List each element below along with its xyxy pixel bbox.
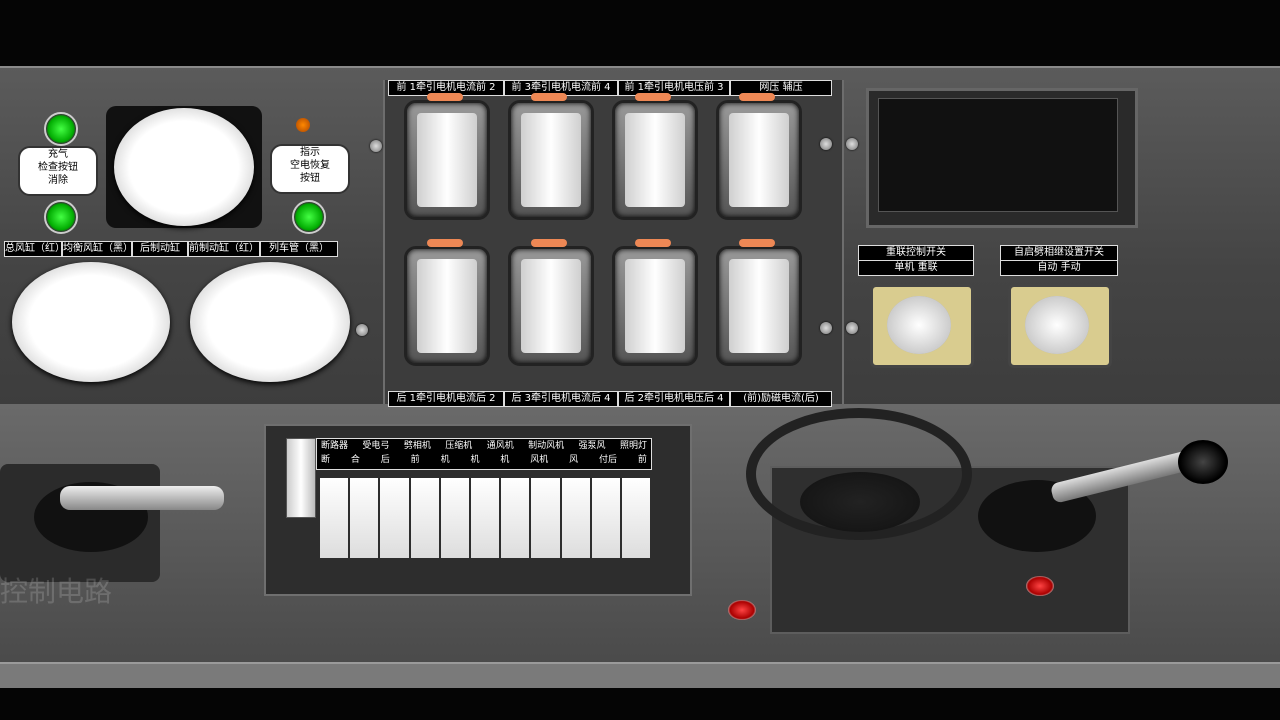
- left-badge-line-3: 消除: [48, 175, 68, 186]
- screw: [846, 138, 858, 150]
- switch-panel-label-bottom: 断 合 后 前 机 机 机 风机 风 付后 前: [317, 453, 651, 467]
- switch-panel-label-block: 断路器 受电弓 劈相机 压缩机 通风机 制动风机 强泵风 照明灯 断 合 后 前…: [316, 438, 652, 470]
- label-on: 合: [350, 455, 360, 465]
- green-indicator-lamp-bottom: [44, 200, 78, 234]
- switch-1-options: 单机 重联: [858, 260, 974, 276]
- label-main-reservoir: 总风缸（红）: [4, 241, 62, 257]
- screw: [846, 322, 858, 334]
- toggle-switch-8[interactable]: [531, 478, 560, 558]
- meter-bottom-label-4: (前)励磁电流(后): [730, 391, 832, 407]
- watermark-text: 控制电路: [0, 575, 113, 608]
- toggle-switch-4[interactable]: [410, 478, 439, 558]
- meter-bottom-label-3: 后 2牵引电机电压后 4: [618, 391, 730, 407]
- green-indicator-lamp-top: [44, 112, 78, 146]
- label-rear-brake-cylinder: 后制动缸: [132, 241, 188, 257]
- screw: [820, 138, 832, 150]
- switch-2-title: 自启劈相继设置开关: [1000, 245, 1118, 261]
- label-equalizing-reservoir: 均衡风缸（黑）: [62, 241, 132, 257]
- auto-split-phase-switch[interactable]: [1008, 284, 1112, 368]
- left-badge-line-2: 检查按钮: [38, 162, 78, 173]
- pressure-gauge: [114, 108, 254, 226]
- screw: [820, 322, 832, 334]
- toggle-switch-10[interactable]: [591, 478, 620, 558]
- traction-current-meter-3: [404, 239, 490, 366]
- emergency-button-left[interactable]: [728, 600, 756, 620]
- switch-1-title: 重联控制开关: [858, 245, 974, 261]
- label-strong-pump: 强泵风: [578, 441, 606, 451]
- meter-bottom-label-1: 后 1牵引电机电流后 2: [388, 391, 504, 407]
- label-off: 断: [321, 455, 331, 465]
- label-front: 前: [410, 455, 420, 465]
- right-badge-line-2: 空电恢复: [290, 160, 330, 171]
- label-aux-rear: 付后: [599, 455, 618, 465]
- label-lighting: 照明灯: [619, 441, 647, 451]
- toggle-switch-9[interactable]: [561, 478, 590, 558]
- toggle-switch-row: [320, 478, 651, 558]
- label-machine-2: 机: [470, 455, 480, 465]
- toggle-switch-6[interactable]: [470, 478, 500, 558]
- toggle-switch-11[interactable]: [621, 478, 651, 558]
- traction-voltage-meter-2: [612, 239, 698, 366]
- power-restore-badge[interactable]: 指示 空电恢复 按钮: [270, 144, 350, 194]
- label-machine-3: 机: [500, 455, 510, 465]
- reverser-handle[interactable]: [60, 486, 224, 510]
- traction-current-meter-4: [508, 239, 594, 366]
- status-display-screen: [878, 98, 1118, 212]
- label-wind: 风: [569, 455, 579, 465]
- traction-voltage-meter-1: [612, 93, 698, 220]
- label-fan: 风机: [530, 455, 549, 465]
- label-brake-fan: 制动风机: [528, 441, 565, 451]
- label-pantograph: 受电弓: [362, 441, 390, 451]
- network-voltage-meter: [716, 93, 802, 220]
- label-compressor: 压缩机: [445, 441, 473, 451]
- bottom-trim-strip: [0, 662, 1280, 688]
- toggle-switch-3[interactable]: [380, 478, 409, 558]
- air-gauge-label-row: 总风缸（红） 均衡风缸（黑） 后制动缸 前制动缸（红） 列车管（黑）: [4, 241, 338, 257]
- meter-top-label-3: 前 1牵引电机电压前 3: [618, 80, 730, 96]
- left-badge-line-1: 充气: [48, 149, 68, 160]
- label-front-brake-cylinder: 前制动缸（红）: [188, 241, 260, 257]
- panel-key-switch[interactable]: [286, 438, 316, 518]
- screw: [370, 140, 382, 152]
- label-machine-1: 机: [440, 455, 450, 465]
- emergency-button-right[interactable]: [1026, 576, 1054, 596]
- air-pressure-gauge-left: [12, 262, 170, 382]
- switch-2-options: 自动 手动: [1000, 260, 1118, 276]
- meter-bottom-label-row: 后 1牵引电机电流后 2 后 3牵引电机电流后 4 后 2牵引电机电压后 4 (…: [388, 391, 832, 407]
- right-badge-line-1: 指示: [300, 147, 320, 158]
- label-split-phase: 劈相机: [403, 441, 431, 451]
- wheel-hub: [800, 472, 920, 532]
- label-ventilator: 通风机: [486, 441, 514, 451]
- simulator-stage: 充气 检查按钮 消除 指示 空电恢复 按钮 总风缸（红） 均衡风缸（黑） 后制动…: [0, 0, 1280, 720]
- right-badge-line-3: 按钮: [300, 173, 320, 184]
- toggle-switch-7[interactable]: [501, 478, 530, 558]
- charge-check-badge[interactable]: 充气 检查按钮 消除: [18, 146, 98, 196]
- green-indicator-lamp-right: [292, 200, 326, 234]
- label-rear: 后: [380, 455, 390, 465]
- meter-bottom-label-2: 后 3牵引电机电流后 4: [504, 391, 618, 407]
- controller-knob-icon[interactable]: [1178, 440, 1228, 484]
- switch-panel-label-top: 断路器 受电弓 劈相机 压缩机 通风机 制动风机 强泵风 照明灯: [317, 439, 651, 453]
- multi-unit-control-switch[interactable]: [870, 284, 974, 368]
- toggle-switch-1[interactable]: [320, 478, 349, 558]
- excitation-current-meter: [716, 239, 802, 366]
- label-breaker: 断路器: [321, 441, 349, 451]
- air-pressure-gauge-right: [190, 262, 350, 382]
- toggle-switch-2[interactable]: [350, 478, 379, 558]
- toggle-switch-5[interactable]: [440, 478, 469, 558]
- screw: [356, 324, 368, 336]
- orange-indicator-lamp: [296, 118, 310, 132]
- knob-icon: [887, 296, 951, 354]
- label-train-pipe: 列车管（黑）: [260, 241, 338, 257]
- label-front-2: 前: [637, 455, 647, 465]
- knob-icon: [1025, 296, 1089, 354]
- traction-current-meter-2: [508, 93, 594, 220]
- traction-current-meter-1: [404, 93, 490, 220]
